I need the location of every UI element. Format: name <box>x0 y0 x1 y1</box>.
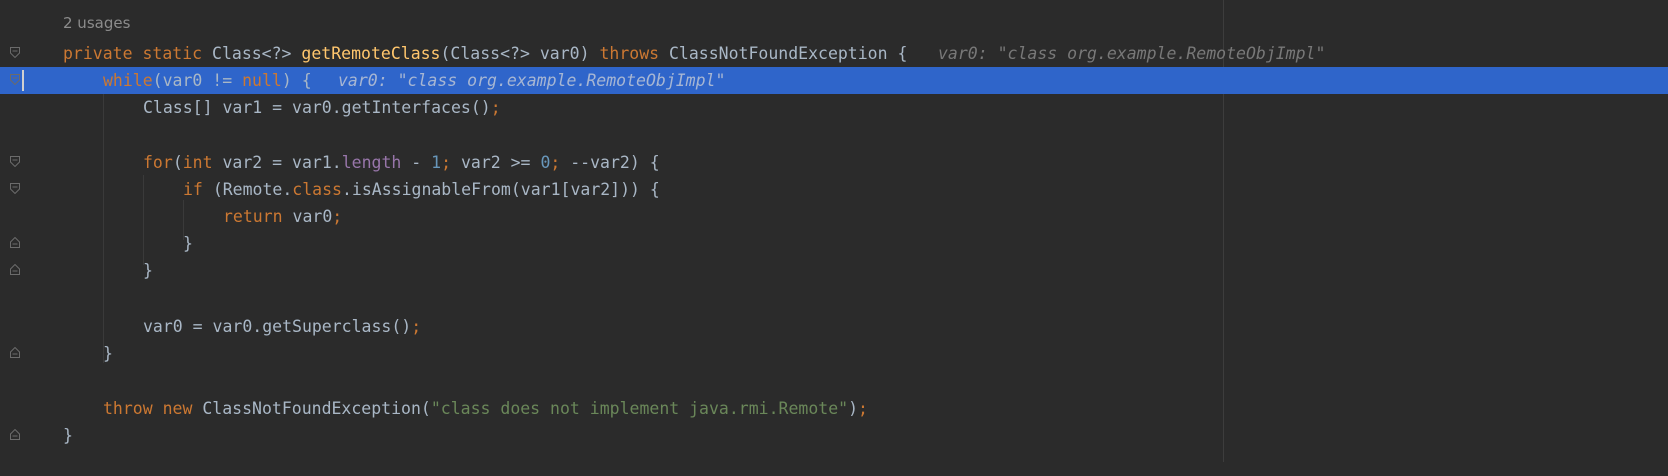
code-line-11[interactable]: var0 = var0.getSuperclass(); <box>0 313 1668 340</box>
code-token: var2 = var1. <box>222 153 342 172</box>
code-token: "class does not implement java.rmi.Remot… <box>430 399 849 418</box>
code-token: private static <box>63 44 213 63</box>
code-token: throws <box>599 44 669 63</box>
code-token: (var0 != <box>152 71 243 90</box>
code-line-3[interactable]: Class[] var1 = var0.getInterfaces(); <box>0 94 1668 121</box>
code-token: (Remote. <box>212 180 293 199</box>
fold-close-icon[interactable] <box>10 347 20 358</box>
code-token: } <box>183 234 193 253</box>
code-line-1[interactable]: private static Class<?> getRemoteClass(C… <box>0 40 1668 67</box>
code-token: length <box>341 153 412 172</box>
usages-hint[interactable]: 2 usages <box>63 14 130 32</box>
code-token: - <box>411 153 432 172</box>
code-token: ClassNotFoundException( <box>202 399 431 418</box>
code-token: ; <box>490 98 501 117</box>
code-token: return <box>223 207 293 226</box>
fold-close-icon[interactable] <box>10 237 20 248</box>
code-token: --var2) { <box>570 153 660 172</box>
code-token: var0 <box>292 207 333 226</box>
code-token: ; <box>858 399 868 418</box>
code-token: ) <box>848 399 859 418</box>
code-token: class <box>292 180 342 199</box>
code-token: getRemoteClass <box>301 44 441 63</box>
code-token: ; <box>441 153 461 172</box>
code-token: Class[] var1 = var0.getInterfaces() <box>143 98 491 117</box>
code-line-9[interactable]: } <box>0 257 1668 284</box>
code-line-7[interactable]: return var0; <box>0 203 1668 230</box>
code-line-12[interactable]: } <box>0 340 1668 367</box>
inline-debug-hint: var0: "class org.example.RemoteObjImpl" <box>938 44 1326 63</box>
fold-close-icon[interactable] <box>10 429 20 440</box>
code-token: ; <box>411 317 422 336</box>
inline-debug-hint: var0: "class org.example.RemoteObjImpl" <box>338 71 726 90</box>
code-token: for <box>143 153 173 172</box>
code-token: var2 >= <box>460 153 541 172</box>
code-line-6[interactable]: if (Remote.class.isAssignableFrom(var1[v… <box>0 176 1668 203</box>
code-token: 0 <box>540 153 551 172</box>
code-token: ; <box>332 207 343 226</box>
code-token: (Class<?> var0) <box>440 44 600 63</box>
code-token: } <box>103 344 113 363</box>
code-token: new <box>162 399 203 418</box>
code-token: ClassNotFoundException { <box>669 44 908 63</box>
fold-open-icon[interactable] <box>10 156 20 167</box>
code-token: ) { <box>281 71 312 90</box>
code-token: 1 <box>431 153 442 172</box>
code-token: null <box>242 71 282 90</box>
code-line-2[interactable]: while(var0 != null) { var0: "class org.e… <box>0 67 1668 94</box>
code-token: ; <box>550 153 571 172</box>
code-token: int <box>182 153 223 172</box>
code-token: throw <box>103 399 163 418</box>
code-line-14[interactable]: throw new ClassNotFoundException("class … <box>0 395 1668 422</box>
code-token: if <box>183 180 213 199</box>
code-line-15[interactable]: } <box>0 422 1668 449</box>
fold-open-icon[interactable] <box>10 47 20 58</box>
code-token: } <box>63 426 73 445</box>
code-token: Class<?> <box>212 44 302 63</box>
fold-close-icon[interactable] <box>10 264 20 275</box>
code-token: } <box>143 261 153 280</box>
fold-open-icon[interactable] <box>10 183 20 194</box>
code-token: var0 = var0.getSuperclass() <box>143 317 412 336</box>
code-token: .isAssignableFrom(var1[var2])) { <box>341 180 660 199</box>
code-line-5[interactable]: for(int var2 = var1.length - 1; var2 >= … <box>0 149 1668 176</box>
fold-open-icon[interactable] <box>10 74 20 85</box>
code-token: ( <box>172 153 183 172</box>
code-line-8[interactable]: } <box>0 230 1668 257</box>
code-token: while <box>103 71 153 90</box>
text-caret <box>22 70 24 91</box>
